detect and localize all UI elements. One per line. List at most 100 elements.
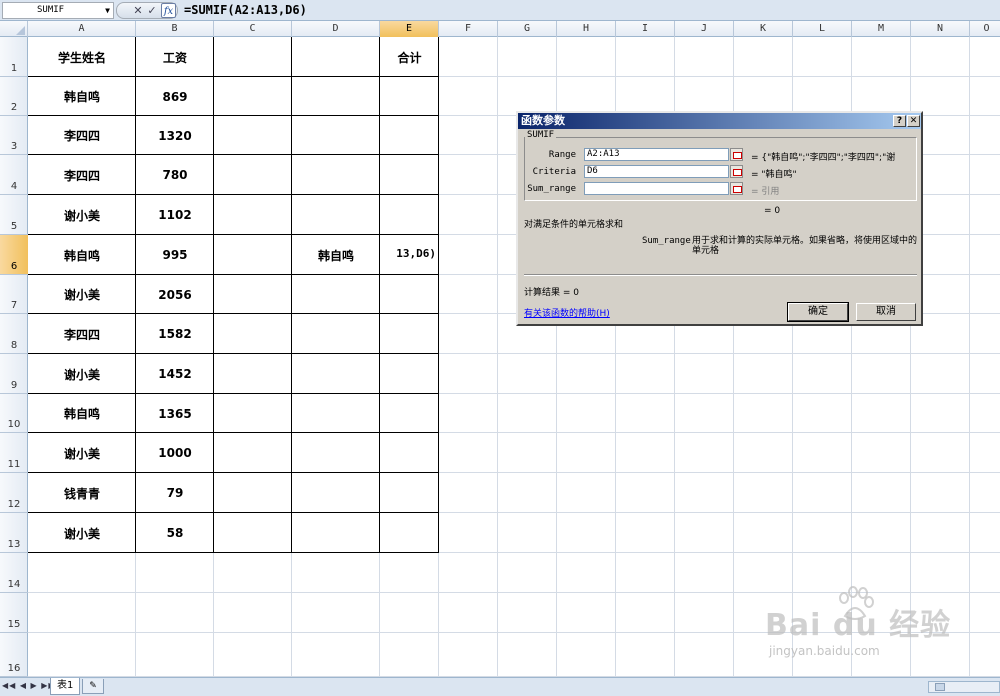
- salary-cell[interactable]: 1452: [136, 354, 214, 394]
- salary-cell[interactable]: 1102: [136, 195, 214, 235]
- criteria-label: Criteria: [532, 167, 576, 177]
- cell-border: [213, 154, 292, 195]
- column-header-e[interactable]: E: [380, 21, 439, 37]
- salary-cell[interactable]: 58: [136, 513, 214, 553]
- salary-cell[interactable]: 2056: [136, 275, 214, 314]
- row-header-13[interactable]: 13: [0, 513, 28, 553]
- row-header-16[interactable]: 16: [0, 633, 28, 677]
- column-header-c[interactable]: C: [214, 21, 292, 37]
- collapse-dialog-icon[interactable]: [730, 165, 743, 178]
- row-header-15[interactable]: 15: [0, 593, 28, 633]
- argument-description: 用于求和计算的实际单元格。如果省略，将使用区域中的单元格: [692, 236, 918, 256]
- column-header-n[interactable]: N: [911, 21, 970, 37]
- insert-function-icon[interactable]: fx: [161, 3, 176, 18]
- row-header-11[interactable]: 11: [0, 433, 28, 473]
- criteria-cell[interactable]: 韩自鸣: [292, 235, 380, 275]
- column-header-l[interactable]: L: [793, 21, 852, 37]
- header-cell-total[interactable]: 合计: [380, 37, 439, 77]
- column-header-o[interactable]: O: [970, 21, 1000, 37]
- name-cell[interactable]: 李四四: [28, 155, 136, 195]
- range-label: Range: [548, 150, 576, 160]
- cell-border: [291, 154, 380, 195]
- criteria-result: = "韩自鸣": [751, 170, 797, 180]
- name-cell[interactable]: 韩自鸣: [28, 235, 136, 275]
- salary-cell[interactable]: 995: [136, 235, 214, 275]
- column-header-j[interactable]: J: [675, 21, 734, 37]
- help-button[interactable]: ?: [893, 115, 906, 127]
- sum-range-input[interactable]: [584, 182, 729, 195]
- column-header-m[interactable]: M: [852, 21, 911, 37]
- name-cell[interactable]: 李四四: [28, 116, 136, 155]
- name-cell[interactable]: 谢小美: [28, 354, 136, 394]
- column-header-h[interactable]: H: [557, 21, 616, 37]
- ok-button[interactable]: 确定: [787, 302, 849, 322]
- salary-cell[interactable]: 1320: [136, 116, 214, 155]
- chevron-down-icon[interactable]: ▼: [105, 3, 110, 18]
- collapse-dialog-icon[interactable]: [730, 182, 743, 195]
- row-header-8[interactable]: 8: [0, 314, 28, 354]
- sheet-nav-icons[interactable]: ◀◀ ◀ ▶ ▶▶: [2, 681, 56, 690]
- row-number: 16: [7, 663, 21, 674]
- row-number: 12: [7, 499, 21, 510]
- cell-border: [213, 234, 292, 275]
- column-header-d[interactable]: D: [292, 21, 380, 37]
- name-box[interactable]: SUMIF ▼: [2, 2, 114, 19]
- row-header-3[interactable]: 3: [0, 116, 28, 155]
- row-header-12[interactable]: 12: [0, 473, 28, 513]
- range-input[interactable]: A2:A13: [584, 148, 729, 161]
- column-header-i[interactable]: I: [616, 21, 675, 37]
- row-header-9[interactable]: 9: [0, 354, 28, 394]
- name-cell[interactable]: 韩自鸣: [28, 77, 136, 116]
- enter-icon[interactable]: ✓: [145, 3, 159, 18]
- formula-input[interactable]: =SUMIF(A2:A13,D6): [184, 2, 307, 19]
- row-header-1[interactable]: 1: [0, 37, 28, 77]
- cancel-button[interactable]: 取消: [856, 303, 916, 321]
- insert-sheet-icon[interactable]: ✎: [82, 679, 104, 694]
- salary-cell[interactable]: 1582: [136, 314, 214, 354]
- row-header-4[interactable]: 4: [0, 155, 28, 195]
- name-cell[interactable]: 韩自鸣: [28, 394, 136, 433]
- name-cell[interactable]: 钱青青: [28, 473, 136, 513]
- salary-cell[interactable]: 780: [136, 155, 214, 195]
- name-cell[interactable]: 谢小美: [28, 433, 136, 473]
- cell-border: [379, 76, 439, 116]
- column-header-f[interactable]: F: [439, 21, 498, 37]
- header-cell-salary[interactable]: 工资: [136, 37, 214, 77]
- row-header-7[interactable]: 7: [0, 275, 28, 314]
- salary-cell[interactable]: 1365: [136, 394, 214, 433]
- column-header-b[interactable]: B: [136, 21, 214, 37]
- active-cell-editor[interactable]: 13,D6): [379, 234, 439, 275]
- row-header-5[interactable]: 5: [0, 195, 28, 235]
- row-header-6[interactable]: 6: [0, 235, 28, 275]
- name-cell[interactable]: 谢小美: [28, 195, 136, 235]
- collapse-dialog-icon[interactable]: [730, 148, 743, 161]
- salary-cell[interactable]: 1000: [136, 433, 214, 473]
- salary-cell[interactable]: 79: [136, 473, 214, 513]
- sheet-tab[interactable]: 表1: [50, 678, 81, 695]
- column-header-g[interactable]: G: [498, 21, 557, 37]
- scroll-thumb[interactable]: [935, 683, 945, 691]
- cancel-icon[interactable]: ✕: [131, 3, 145, 18]
- divider: [524, 274, 917, 276]
- column-header-a[interactable]: A: [28, 21, 136, 37]
- cell-border: [213, 313, 292, 354]
- close-icon[interactable]: ✕: [907, 115, 920, 127]
- column-header-k[interactable]: K: [734, 21, 793, 37]
- row-number: 10: [7, 419, 21, 430]
- row-header-14[interactable]: 14: [0, 553, 28, 593]
- row-header-10[interactable]: 10: [0, 394, 28, 433]
- cell-border: [291, 512, 380, 553]
- row-header-2[interactable]: 2: [0, 77, 28, 116]
- name-cell[interactable]: 谢小美: [28, 275, 136, 314]
- watermark-url: jingyan.baidu.com: [769, 644, 880, 658]
- select-all-corner[interactable]: [0, 21, 28, 37]
- row-number: 1: [10, 63, 18, 74]
- horizontal-scrollbar[interactable]: [928, 681, 1000, 693]
- header-cell-name[interactable]: 学生姓名: [28, 37, 136, 77]
- cell-border: [379, 194, 439, 235]
- help-link[interactable]: 有关该函数的帮助(H): [524, 306, 610, 319]
- criteria-input[interactable]: D6: [584, 165, 729, 178]
- name-cell[interactable]: 谢小美: [28, 513, 136, 553]
- name-cell[interactable]: 李四四: [28, 314, 136, 354]
- salary-cell[interactable]: 869: [136, 77, 214, 116]
